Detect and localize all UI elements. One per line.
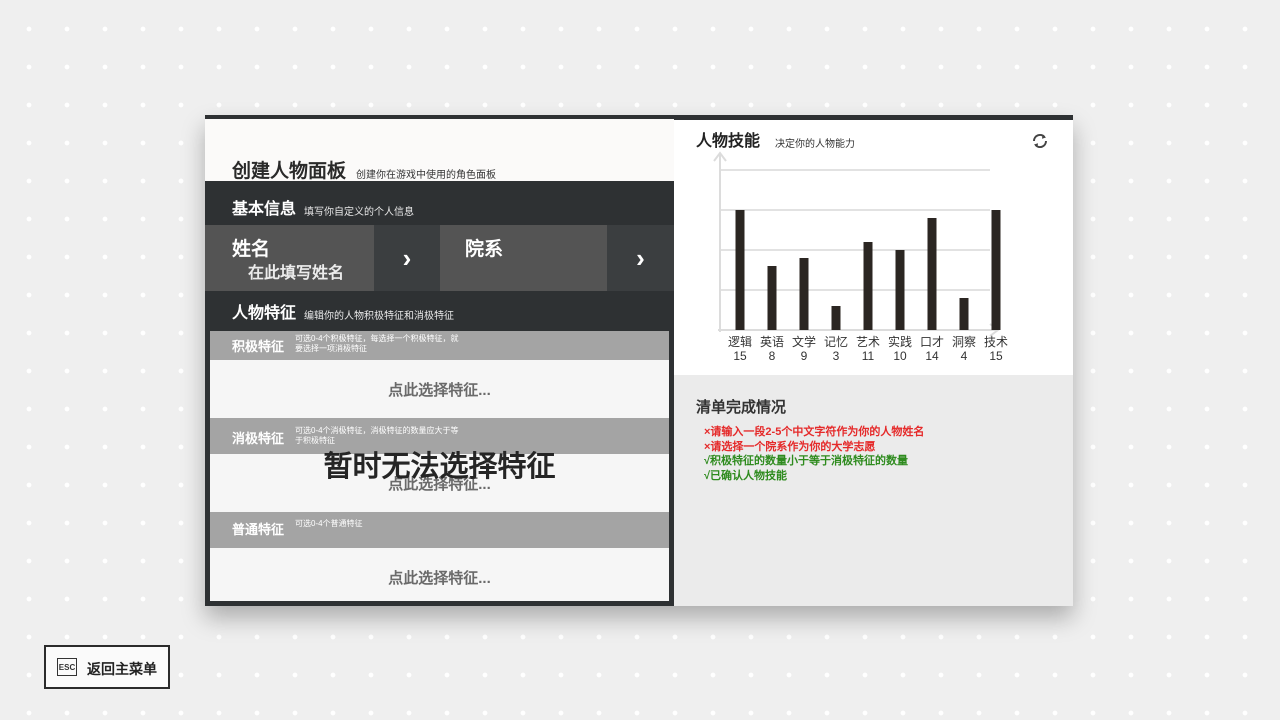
skills-subtitle: 决定你的人物能力 xyxy=(775,139,855,150)
x-tick-label: 洞察 xyxy=(952,335,976,349)
x-tick-label: 口才 xyxy=(920,335,944,349)
checklist-title: 清单完成情况 xyxy=(696,398,787,416)
bar-value-label: 15 xyxy=(989,349,1003,363)
positive-trait-header: 积极特征 可选0-4个积极特征，每选择一个积极特征，就要选择一项消极特征 xyxy=(210,331,669,360)
bar-英语 xyxy=(767,266,777,330)
x-tick-label: 逻辑 xyxy=(728,335,752,349)
bar-记忆 xyxy=(831,306,841,330)
panel-header: 创建人物面板 创建你在游戏中使用的角色面板 xyxy=(205,119,674,182)
bar-value-label: 9 xyxy=(801,349,808,363)
skills-bar-chart: 逻辑15英语8文学9记忆3艺术11实践10口才14洞察4技术15 xyxy=(713,151,1008,363)
right-panel: 人物技能 决定你的人物能力 逻辑 15 英语 8 文学 9 记忆 3 艺术 11 实践 10 口才 14 洞… xyxy=(674,115,1073,606)
negative-trait-title: 消极特征 xyxy=(232,432,285,447)
basic-info-title: 基本信息 xyxy=(232,199,297,218)
normal-trait-title: 普通特征 xyxy=(232,523,285,538)
checklist-item-ok: √积极特征的数量小于等于消极特征的数量 xyxy=(704,455,909,467)
x-tick-label: 技术 xyxy=(984,335,1008,349)
bar-value-label: 15 xyxy=(733,349,747,363)
name-arrow-button[interactable]: › xyxy=(374,225,440,291)
x-tick-label: 英语 xyxy=(760,335,784,349)
skills-panel: 人物技能 决定你的人物能力 逻辑 15 英语 8 文学 9 记忆 3 艺术 11 实践 10 口才 14 洞… xyxy=(674,120,1073,375)
bar-文学 xyxy=(799,258,809,330)
skills-title: 人物技能 xyxy=(696,131,761,150)
bar-实践 xyxy=(895,250,905,330)
bar-value-label: 10 xyxy=(893,349,907,363)
checklist-item-error: ×请选择一个院系作为你的大学志愿 xyxy=(704,440,876,453)
x-tick-label: 实践 xyxy=(888,334,912,349)
positive-trait-desc: 可选0-4个积极特征，每选择一个积极特征，就要选择一项消极特征 xyxy=(295,334,459,353)
page-subtitle: 创建你在游戏中使用的角色面板 xyxy=(356,170,496,181)
bar-艺术 xyxy=(863,242,873,330)
esc-key-icon: ESC xyxy=(57,658,77,676)
page-title: 创建人物面板 xyxy=(232,160,347,182)
refresh-icon[interactable] xyxy=(1029,130,1051,152)
school-label: 院系 xyxy=(465,238,504,260)
normal-trait-select[interactable]: 点此选择特征... xyxy=(210,548,669,606)
positive-trait-select[interactable]: 点此选择特征... xyxy=(210,360,669,418)
negative-trait-desc: 可选0-4个消极特征，消极特征的数量应大于等于积极特征 xyxy=(295,426,459,445)
name-label: 姓名 xyxy=(232,238,271,260)
bar-value-label: 3 xyxy=(833,349,840,363)
normal-trait-desc: 可选0-4个普通特征 xyxy=(295,519,363,528)
checklist-item-ok: √已确认人物技能 xyxy=(704,469,788,482)
normal-trait-header: 普通特征 可选0-4个普通特征 xyxy=(210,512,669,548)
school-arrow-button[interactable]: › xyxy=(607,225,674,291)
school-field[interactable]: 院系 xyxy=(440,225,607,291)
negative-trait-select[interactable]: 点此选择特征... xyxy=(210,454,669,512)
left-panel: 创建人物面板 创建你在游戏中使用的角色面板 基本信息 填写你自定义的个人信息 姓… xyxy=(205,115,674,606)
positive-trait-title: 积极特征 xyxy=(232,340,285,355)
bar-value-label: 14 xyxy=(925,349,939,363)
checklist-item-error: ×请输入一段2-5个中文字符作为你的人物姓名 xyxy=(704,426,925,438)
bar-逻辑 xyxy=(735,210,745,330)
back-to-main-menu-button[interactable]: ESC 返回主菜单 xyxy=(44,645,170,689)
x-tick-label: 文学 xyxy=(792,334,816,349)
x-tick-label: 记忆 xyxy=(824,335,848,349)
character-creation-panel: 创建人物面板 创建你在游戏中使用的角色面板 基本信息 填写你自定义的个人信息 姓… xyxy=(205,115,1073,606)
name-placeholder: 在此填写姓名 xyxy=(248,263,345,282)
bar-口才 xyxy=(927,218,937,330)
bar-value-label: 8 xyxy=(769,349,776,363)
bar-value-label: 11 xyxy=(862,349,875,363)
back-to-main-menu-label: 返回主菜单 xyxy=(87,661,157,677)
traits-area: 积极特征 可选0-4个积极特征，每选择一个积极特征，就要选择一项消极特征 点此选… xyxy=(210,331,669,601)
checklist: ×请输入一段2-5个中文字符作为你的人物姓名 ×请选择一个院系作为你的大学志愿 √积… xyxy=(704,425,924,483)
negative-trait-header: 消极特征 可选0-4个消极特征，消极特征的数量应大于等于积极特征 xyxy=(210,418,669,454)
traits-section-subtitle: 编辑你的人物积极特征和消极特征 xyxy=(304,311,454,322)
basic-info-subtitle: 填写你自定义的个人信息 xyxy=(304,207,414,218)
bar-技术 xyxy=(991,210,1001,330)
x-tick-label: 艺术 xyxy=(856,335,880,349)
bar-value-label: 4 xyxy=(961,349,968,363)
traits-section-title: 人物特征 xyxy=(232,303,297,322)
bar-洞察 xyxy=(959,298,969,330)
